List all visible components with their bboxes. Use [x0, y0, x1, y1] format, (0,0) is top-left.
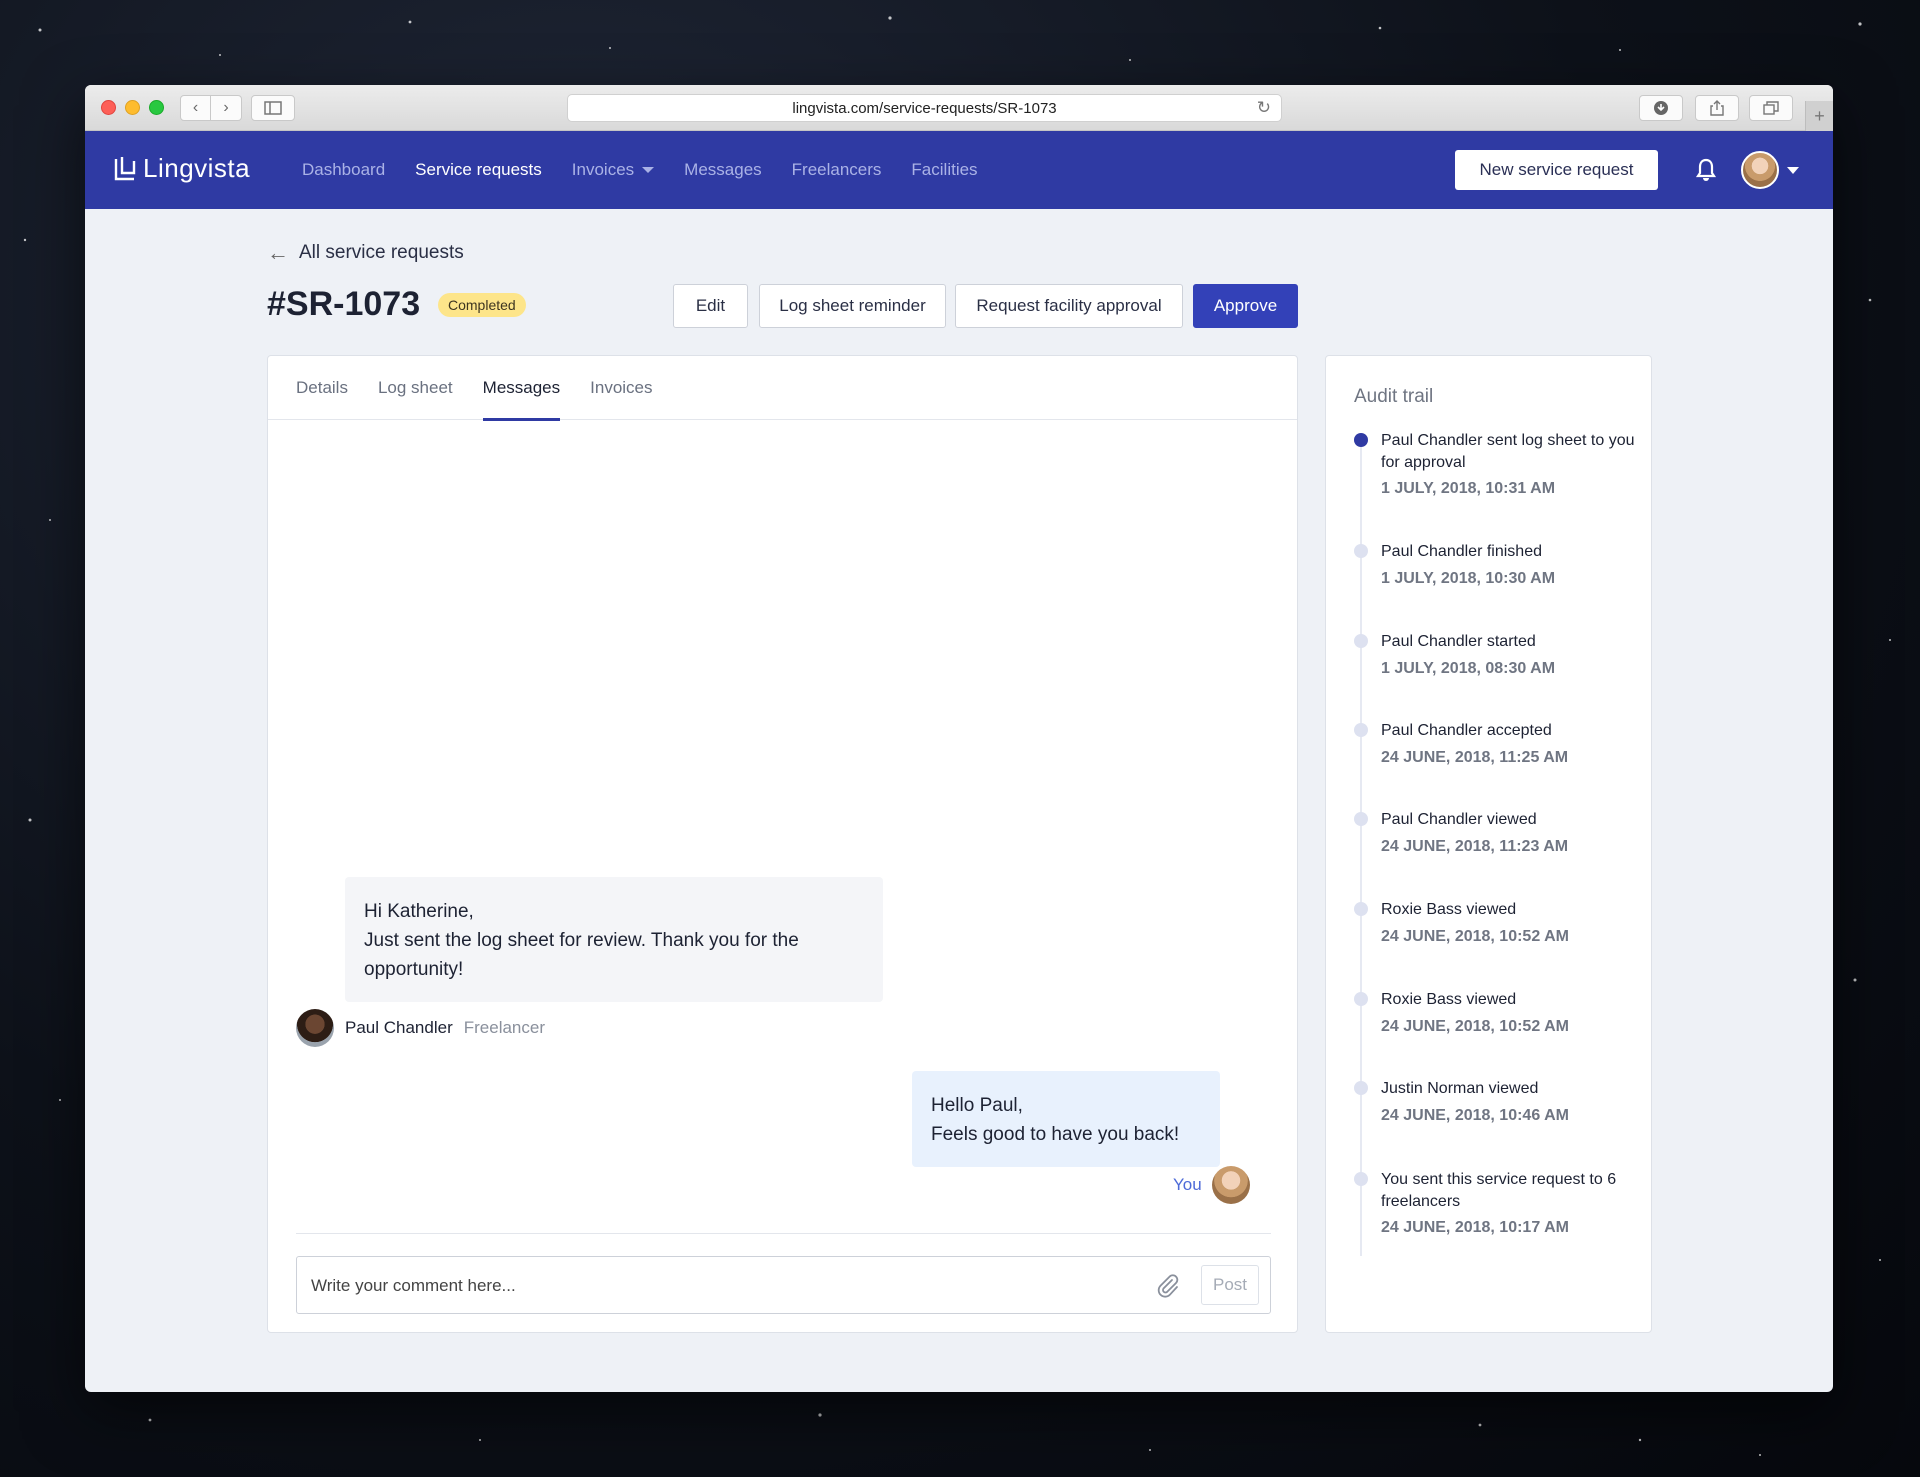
- audit-event-text: Paul Chandler accepted: [1381, 722, 1552, 739]
- nav-service-requests[interactable]: Service requests: [415, 160, 542, 180]
- audit-event-text: Roxie Bass viewed: [1381, 901, 1517, 918]
- tab-bar: Details Log sheet Messages Invoices: [268, 356, 1297, 421]
- new-tab-icon[interactable]: +: [1805, 101, 1833, 131]
- url-text: lingvista.com/service-requests/SR-1073: [792, 99, 1057, 117]
- audit-event-text: Roxie Bass viewed: [1381, 991, 1517, 1008]
- browser-window: ‹ › lingvista.com/service-requests/SR-10…: [85, 85, 1833, 1392]
- zoom-window-button[interactable]: [149, 100, 164, 115]
- minimize-window-button[interactable]: [125, 100, 140, 115]
- edit-button[interactable]: Edit: [673, 284, 748, 328]
- reload-icon[interactable]: ↻: [1257, 98, 1271, 118]
- timeline-dot: [1354, 544, 1368, 558]
- status-badge: Completed: [438, 293, 526, 317]
- user-avatar[interactable]: [1741, 151, 1779, 189]
- outgoing-message: Hello Paul, Feels good to have you back!: [912, 1071, 1220, 1167]
- audit-event-text: Paul Chandler started: [1381, 633, 1536, 650]
- audit-event-date: 24 JUNE, 2018, 11:25 AM: [1381, 749, 1569, 766]
- tab-details[interactable]: Details: [296, 356, 348, 420]
- app-header: Lingvista Dashboard Service requests Inv…: [85, 131, 1833, 209]
- log-sheet-reminder-button[interactable]: Log sheet reminder: [759, 284, 946, 328]
- message-line: Hi Katherine,: [364, 901, 474, 922]
- page-title: #SR-1073: [267, 285, 421, 323]
- nav-invoices-label: Invoices: [571, 160, 635, 179]
- audit-event-text: Justin Norman viewed: [1381, 1080, 1539, 1097]
- back-icon[interactable]: ‹: [180, 95, 211, 121]
- forward-icon[interactable]: ›: [211, 95, 242, 121]
- close-window-button[interactable]: [101, 100, 116, 115]
- back-link-label: All service requests: [299, 242, 464, 263]
- audit-event-date: 24 JUNE, 2018, 10:52 AM: [1381, 928, 1569, 945]
- audit-event-date: 24 JUNE, 2018, 10:17 AM: [1381, 1219, 1569, 1236]
- messages-card: Details Log sheet Messages Invoices Hi K…: [267, 355, 1298, 1333]
- post-button[interactable]: Post: [1201, 1265, 1259, 1305]
- audit-trail-panel: Audit trail Paul Chandler sent log sheet…: [1325, 355, 1652, 1333]
- message-line: Just sent the log sheet for review. Than…: [364, 930, 799, 980]
- avatar: [1211, 1166, 1250, 1204]
- message-author: Paul Chandler: [345, 1018, 453, 1037]
- chevron-down-icon: [642, 167, 655, 173]
- message-line: Feels good to have you back!: [931, 1124, 1180, 1145]
- message-author: You: [1173, 1175, 1202, 1194]
- timeline-dot: [1354, 812, 1368, 826]
- tab-log-sheet[interactable]: Log sheet: [378, 356, 453, 420]
- audit-event-text: Paul Chandler finished: [1381, 543, 1542, 560]
- comment-composer: Post: [296, 1256, 1271, 1314]
- sidebar-toggle-icon[interactable]: [251, 95, 295, 121]
- message-line: Hello Paul,: [931, 1095, 1023, 1116]
- nav-facilities[interactable]: Facilities: [911, 160, 977, 180]
- download-icon[interactable]: [1639, 95, 1683, 121]
- bell-icon[interactable]: [1695, 157, 1717, 183]
- timeline-dot: [1354, 992, 1368, 1006]
- message-author-role: Freelancer: [463, 1018, 546, 1037]
- audit-event-text: You sent this service request to 6 freel…: [1381, 1171, 1617, 1210]
- logo-icon: [114, 156, 136, 180]
- audit-event-date: 24 JUNE, 2018, 11:23 AM: [1381, 838, 1569, 855]
- browser-toolbar: ‹ › lingvista.com/service-requests/SR-10…: [85, 85, 1833, 131]
- incoming-message-meta: Paul Chandler Freelancer: [296, 1009, 545, 1047]
- audit-event-date: 1 JULY, 2018, 08:30 AM: [1381, 660, 1556, 677]
- arrow-left-icon: ←: [267, 240, 289, 265]
- request-facility-approval-button[interactable]: Request facility approval: [955, 284, 1183, 328]
- tab-messages[interactable]: Messages: [482, 356, 561, 421]
- main-nav: Dashboard Service requests Invoices Mess…: [302, 131, 1008, 209]
- timeline-dot: [1354, 723, 1368, 737]
- timeline-dot: [1354, 1172, 1368, 1186]
- audit-event-text: Paul Chandler sent log sheet to you for …: [1381, 432, 1635, 471]
- paperclip-icon[interactable]: [1155, 1273, 1181, 1299]
- avatar: [296, 1009, 334, 1047]
- nav-invoices[interactable]: Invoices: [571, 160, 655, 180]
- timeline-dot: [1354, 902, 1368, 916]
- audit-event-date: 24 JUNE, 2018, 10:52 AM: [1381, 1018, 1569, 1035]
- nav-dashboard[interactable]: Dashboard: [302, 160, 385, 180]
- audit-trail-title: Audit trail: [1354, 386, 1434, 407]
- timeline-dot: [1354, 634, 1368, 648]
- share-icon[interactable]: [1695, 95, 1739, 121]
- comment-input[interactable]: [311, 1271, 1131, 1301]
- timeline-dot: [1354, 1081, 1368, 1095]
- timeline-line: [1360, 446, 1362, 1256]
- logo-text: Lingvista: [143, 153, 251, 183]
- address-bar[interactable]: lingvista.com/service-requests/SR-1073 ↻: [567, 94, 1282, 122]
- audit-event-date: 1 JULY, 2018, 10:31 AM: [1381, 480, 1556, 497]
- show-tabs-icon[interactable]: [1749, 95, 1793, 121]
- logo[interactable]: Lingvista: [113, 153, 250, 184]
- audit-event-date: 1 JULY, 2018, 10:30 AM: [1381, 570, 1556, 587]
- timeline-dot: [1354, 433, 1368, 447]
- nav-freelancers[interactable]: Freelancers: [792, 160, 882, 180]
- approve-button[interactable]: Approve: [1193, 284, 1298, 328]
- audit-event-text: Paul Chandler viewed: [1381, 811, 1537, 828]
- tab-invoices[interactable]: Invoices: [590, 356, 652, 420]
- divider: [296, 1233, 1271, 1234]
- new-service-request-button[interactable]: New service request: [1455, 150, 1658, 190]
- incoming-message: Hi Katherine, Just sent the log sheet fo…: [345, 877, 883, 1002]
- nav-messages[interactable]: Messages: [684, 160, 761, 180]
- audit-event-date: 24 JUNE, 2018, 10:46 AM: [1381, 1107, 1569, 1124]
- back-to-requests-link[interactable]: ← All service requests: [267, 240, 464, 266]
- chevron-down-icon[interactable]: [1787, 167, 1799, 174]
- outgoing-message-meta: You: [1173, 1166, 1250, 1204]
